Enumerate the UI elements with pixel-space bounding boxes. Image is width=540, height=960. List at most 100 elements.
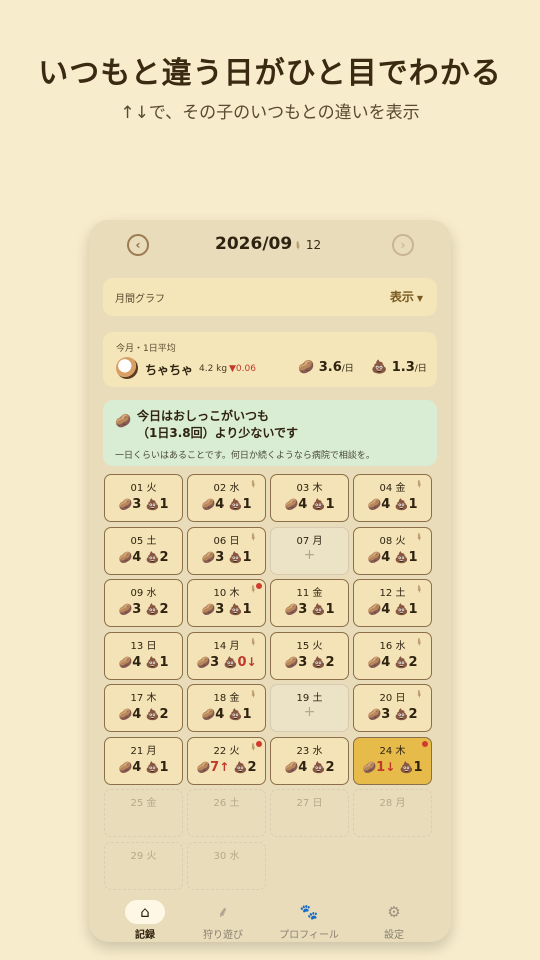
day-cell[interactable]: 23 水 🥔4 💩2 <box>270 736 349 785</box>
add-icon[interactable]: + <box>271 704 348 720</box>
pee-icon: 🥔 <box>118 655 133 669</box>
tab-home[interactable]: ⌂ 記録 <box>100 900 190 941</box>
monthly-graph-panel[interactable]: 月間グラフ 表示 ▼ <box>103 278 437 316</box>
graph-label: 月間グラフ <box>115 294 165 305</box>
day-cell[interactable]: 10 木 ⸙ 🥔3 💩1 <box>187 579 266 627</box>
poo-icon: 💩 <box>145 498 160 511</box>
day-cell[interactable]: 13 日 🥔4 💩1 <box>104 631 183 680</box>
day-cell[interactable]: 15 火 🥔3 💩2 <box>270 631 349 680</box>
day-label: 07 月 <box>296 535 323 547</box>
pee-icon: 🥔 <box>284 760 299 774</box>
pee-icon: 🥔 <box>118 708 133 721</box>
day-counts: 🥔4 💩1 <box>271 497 348 512</box>
poo-count: 1 <box>159 759 169 775</box>
poo-count: 2 <box>325 654 335 670</box>
day-cell[interactable]: 01 火 🥔3 💩1 <box>104 474 183 522</box>
alert-title: 今日はおしっこがいつも （1日3.8回）より少ないです <box>137 408 298 442</box>
alert-dot <box>256 583 262 589</box>
graph-toggle[interactable]: 表示 ▼ <box>390 288 423 305</box>
pee-count: 4 <box>381 549 391 565</box>
day-cell[interactable]: 03 木 🥔4 💩1 <box>270 474 349 522</box>
day-cell[interactable]: 11 金 🥔3 💩1 <box>270 579 349 627</box>
poo-count: 1 <box>242 549 252 565</box>
pee-count: 4 <box>132 654 142 670</box>
day-counts: 🥔3 💩0↓ <box>188 655 265 670</box>
arrow-down-icon: ↓ <box>246 654 257 669</box>
day-label: 13 日 <box>130 640 157 652</box>
tab-feather[interactable]: ⸙ 狩り遊び <box>178 900 268 941</box>
day-cell[interactable]: 18 金 ⸙ 🥔4 💩1 <box>187 684 266 732</box>
poo-icon: 💩 <box>145 603 160 616</box>
pee-count: 3 <box>298 602 308 617</box>
poo-icon: 💩 <box>311 655 326 669</box>
day-counts: 🥔4 💩2 <box>271 760 348 775</box>
day-counts: 🥔3 💩1 <box>105 497 182 512</box>
average-caption: 今月・1日平均 <box>116 344 176 354</box>
day-cell[interactable]: 09 水 🥔3 💩2 <box>104 579 183 627</box>
next-month-icon[interactable]: › <box>392 234 414 256</box>
pee-icon: 🥔 <box>367 550 382 564</box>
pee-count: 3 <box>381 707 391 722</box>
day-cell[interactable]: 14 月 ⸙ 🥔3 💩0↓ <box>187 631 266 680</box>
day-counts: 🥔3 💩2 <box>271 655 348 670</box>
day-label: 26 土 <box>213 798 240 809</box>
pee-count: 3 <box>215 602 225 617</box>
day-label: 24 木 <box>379 745 406 757</box>
poo-icon: 💩 <box>145 760 160 774</box>
day-counts: 🥔4 💩1 <box>188 497 265 512</box>
day-counts: 🥔4 💩2 <box>105 550 182 565</box>
pee-icon: 🥔 <box>201 550 216 564</box>
pee-icon: 🥔 <box>201 498 216 511</box>
tab-gear[interactable]: ⚙ 設定 <box>349 900 439 941</box>
day-label: 11 金 <box>296 588 323 599</box>
poo-average-unit: /日 <box>414 364 427 374</box>
poo-count: 2 <box>159 707 169 722</box>
pee-icon: 🥔 <box>367 708 382 721</box>
day-cell[interactable]: 07 月 + <box>270 526 349 575</box>
weight-delta: ▼0.06 <box>229 364 256 374</box>
poo-count: 1 <box>413 759 423 775</box>
day-counts: 🥔4 💩2 <box>105 707 182 722</box>
day-cell[interactable]: 22 火 ⸙ 🥔7↑ 💩2 <box>187 736 266 785</box>
day-cell[interactable]: 24 木 🥔1↓ 💩1 <box>353 736 432 785</box>
tab-label: プロフィール <box>279 930 339 941</box>
poo-count: 1 <box>159 497 169 512</box>
day-cell[interactable]: 20 日 ⸙ 🥔3 💩2 <box>353 684 432 732</box>
graph-toggle-label: 表示 <box>389 290 414 304</box>
pee-count: 1 <box>376 759 386 775</box>
day-counts: 🥔4 💩1 <box>354 497 431 512</box>
avatar[interactable] <box>116 357 138 379</box>
poo-average-value: 1.3 <box>391 360 415 375</box>
tab-label: 設定 <box>384 930 404 941</box>
pee-icon: 🥔 <box>284 603 299 616</box>
today-alert: 🥔 今日はおしっこがいつも （1日3.8回）より少ないです 一日くらいはあること… <box>103 400 437 466</box>
day-cell[interactable]: 05 土 🥔4 💩2 <box>104 526 183 575</box>
pee-count: 4 <box>381 654 391 670</box>
day-counts: 🥔3 💩2 <box>354 707 431 722</box>
poo-icon: 💩 <box>228 498 243 511</box>
tab-paw[interactable]: 🐾 プロフィール <box>264 900 354 941</box>
day-cell[interactable]: 19 土 + <box>270 684 349 732</box>
day-cell[interactable]: 12 土 ⸙ 🥔4 💩1 <box>353 579 432 627</box>
day-cell[interactable]: 17 木 🥔4 💩2 <box>104 684 183 732</box>
prev-month-icon[interactable]: ‹ <box>127 234 149 256</box>
add-icon[interactable]: + <box>271 547 348 563</box>
poo-average: 💩 1.3/日 <box>371 360 427 375</box>
day-label: 21 月 <box>130 745 157 757</box>
day-cell[interactable]: 16 水 ⸙ 🥔4 💩2 <box>353 631 432 680</box>
day-cell[interactable]: 02 水 ⸙ 🥔4 💩1 <box>187 474 266 522</box>
tab-label: 記録 <box>135 930 155 941</box>
day-cell[interactable]: 08 火 ⸙ 🥔4 💩1 <box>353 526 432 575</box>
day-cell[interactable]: 21 月 🥔4 💩1 <box>104 736 183 785</box>
pee-count: 3 <box>132 497 142 512</box>
day-cell[interactable]: 06 日 ⸙ 🥔3 💩1 <box>187 526 266 575</box>
poo-count: 1 <box>408 497 418 512</box>
day-cell[interactable]: 04 金 ⸙ 🥔4 💩1 <box>353 474 432 522</box>
day-label: 15 火 <box>296 640 323 652</box>
day-label: 25 金 <box>130 798 157 809</box>
pee-average-value: 3.6 <box>318 360 342 375</box>
pee-count: 4 <box>132 549 142 565</box>
day-counts: 🥔4 💩1 <box>354 602 431 617</box>
day-counts: 🥔4 💩1 <box>105 655 182 670</box>
poo-count: 1 <box>242 707 252 722</box>
